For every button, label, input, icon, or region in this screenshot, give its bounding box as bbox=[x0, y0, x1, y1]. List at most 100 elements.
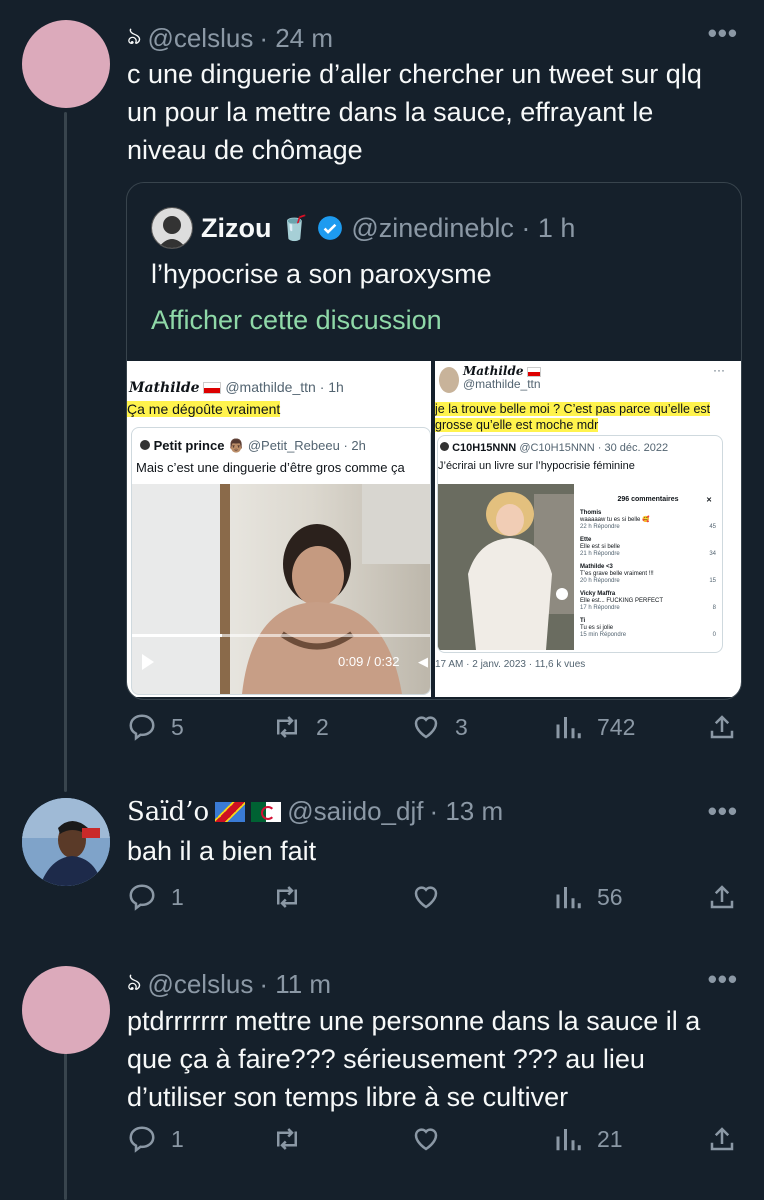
reply-count: 1 bbox=[171, 883, 184, 910]
tweet[interactable]: ঌ @celslus · 11 m ••• ptdrrrrrrr mettre … bbox=[0, 946, 764, 1200]
timestamp[interactable]: · 24 m bbox=[259, 23, 333, 54]
reply-button[interactable]: 1 bbox=[127, 882, 184, 912]
display-name[interactable]: Saïd’o bbox=[127, 797, 209, 827]
retweet-icon bbox=[277, 716, 297, 738]
share-icon bbox=[710, 885, 734, 909]
video-photo[interactable] bbox=[438, 484, 574, 650]
more-options-icon[interactable]: ••• bbox=[708, 796, 738, 827]
play-icon[interactable] bbox=[142, 654, 154, 670]
reply-icon bbox=[129, 1126, 155, 1153]
retweet-button[interactable] bbox=[272, 1124, 302, 1154]
view-count: 21 bbox=[597, 1125, 623, 1152]
card-author: Mathilde bbox=[129, 380, 200, 396]
user-handle[interactable]: @celslus bbox=[147, 23, 253, 54]
quoted-tweet[interactable]: Zizou 🥤 @zinedineblc · 1 h l’hypocrise a… bbox=[126, 182, 742, 700]
close-icon[interactable]: ✕ bbox=[706, 496, 712, 504]
quoted-name[interactable]: Zizou bbox=[201, 213, 271, 244]
retweet-icon bbox=[277, 1128, 297, 1150]
timestamp[interactable]: · 11 m bbox=[259, 969, 331, 1000]
reply-icon bbox=[129, 714, 155, 741]
card-text: Ça me dégoûte vraiment bbox=[127, 401, 281, 417]
card-avatar bbox=[439, 367, 459, 393]
flag-icon bbox=[526, 366, 541, 377]
more-icon: ··· bbox=[713, 363, 725, 377]
flag-congo-icon bbox=[215, 801, 246, 822]
spiral-icon: ঌ bbox=[127, 23, 142, 50]
views-icon bbox=[556, 1129, 581, 1151]
reply-count: 5 bbox=[171, 713, 184, 740]
user-handle[interactable]: @saiido_djf bbox=[287, 796, 423, 827]
view-count: 56 bbox=[597, 883, 623, 910]
comments-panel[interactable]: 296 commentaires ✕ Thomis waaaaaw tu es s… bbox=[576, 484, 720, 652]
tweet-header: ঌ @celslus · 24 m bbox=[127, 18, 333, 58]
volume-icon[interactable]: ◀ bbox=[418, 654, 428, 670]
tweet-actions: 1 21 bbox=[127, 1124, 739, 1164]
inner-name: C10H15NNN bbox=[452, 442, 517, 454]
flag-algeria-icon bbox=[251, 801, 282, 822]
retweet-button[interactable]: 2 bbox=[272, 712, 329, 742]
emoji: 👨🏽 bbox=[228, 438, 245, 453]
comment: Ti Tu es si jolie 15 min Répondre 0 bbox=[580, 618, 716, 638]
inner-text: Mais c’est une dinguerie d’être gros com… bbox=[136, 460, 405, 475]
screenshot-right[interactable]: Mathilde @mathilde_ttn ··· je la trouve … bbox=[435, 361, 741, 697]
views-button[interactable]: 21 bbox=[553, 1124, 623, 1154]
like-button[interactable] bbox=[411, 882, 441, 912]
reply-count: 1 bbox=[171, 1125, 184, 1152]
share-icon bbox=[710, 715, 734, 739]
quoted-handle[interactable]: @zinedineblc · 1 h bbox=[351, 213, 575, 244]
tweet-header: Saïd’o @saiido_djf · 13 m bbox=[127, 796, 503, 827]
tweet-text: bah il a bien fait bbox=[127, 836, 317, 866]
comment: Mathilde <3 T’es grave belle vraiment !!!… bbox=[580, 564, 716, 584]
tweet-header: ঌ @celslus · 11 m bbox=[127, 964, 331, 1004]
tweet-text: c une dinguerie d’aller chercher un twee… bbox=[127, 59, 702, 165]
quoted-avatar[interactable] bbox=[151, 207, 193, 249]
retweet-icon bbox=[277, 886, 297, 908]
quoted-tweet-header: Zizou 🥤 @zinedineblc · 1 h bbox=[151, 207, 575, 249]
reply-button[interactable]: 5 bbox=[127, 712, 184, 742]
reply-button[interactable]: 1 bbox=[127, 1124, 184, 1154]
inner-text: J’écrirai un livre sur l’hypocrisie fémi… bbox=[438, 460, 635, 472]
screenshot-left[interactable]: Mathilde @mathilde_ttn · 1h Ça me dégoût… bbox=[127, 361, 431, 697]
tweet[interactable]: ঌ @celslus · 24 m ••• c une dinguerie d’… bbox=[0, 0, 764, 770]
comment: Ette Elle est si belle 21 h Répondre 34 bbox=[580, 537, 716, 557]
avatar[interactable] bbox=[22, 798, 110, 886]
more-options-icon[interactable]: ••• bbox=[708, 18, 738, 49]
more-options-icon[interactable]: ••• bbox=[708, 964, 738, 995]
inner-avatar bbox=[140, 440, 150, 450]
view-count: 742 bbox=[597, 713, 636, 740]
views-icon bbox=[556, 887, 581, 909]
share-button[interactable] bbox=[707, 1124, 737, 1154]
user-handle[interactable]: @celslus bbox=[147, 969, 253, 1000]
video-player[interactable]: 0:09 / 0:32 ◀ bbox=[132, 484, 430, 694]
emoji: 🥤 bbox=[279, 214, 310, 242]
like-button[interactable] bbox=[411, 1124, 441, 1154]
retweet-count: 2 bbox=[316, 713, 329, 740]
reply-icon bbox=[129, 884, 155, 911]
tweet[interactable]: Saïd’o @saiido_djf · 13 m ••• bah il a b… bbox=[0, 780, 764, 940]
views-button[interactable]: 56 bbox=[553, 882, 623, 912]
tweet-actions: 1 56 bbox=[127, 882, 739, 922]
show-thread-link[interactable]: Afficher cette discussion bbox=[151, 305, 442, 336]
retweet-button[interactable] bbox=[272, 882, 302, 912]
timestamp[interactable]: · 13 m bbox=[429, 796, 503, 827]
spiral-icon: ঌ bbox=[127, 969, 142, 996]
share-button[interactable] bbox=[707, 712, 737, 742]
avatar-photo bbox=[22, 798, 110, 886]
heart-icon bbox=[414, 716, 438, 739]
card-author: Mathilde bbox=[463, 364, 524, 378]
inner-handle: @Petit_Rebeeu · 2h bbox=[247, 438, 366, 453]
like-button[interactable]: 3 bbox=[411, 712, 468, 742]
share-button[interactable] bbox=[707, 882, 737, 912]
avatar[interactable] bbox=[22, 20, 110, 108]
views-icon bbox=[556, 717, 581, 739]
comment: Vicky Maffra Elle est... FUCKING PERFECT 1… bbox=[580, 591, 716, 611]
comments-title: 296 commentaires bbox=[617, 496, 679, 503]
views-button[interactable]: 742 bbox=[553, 712, 635, 742]
quoted-media[interactable]: Mathilde @mathilde_ttn · 1h Ça me dégoût… bbox=[127, 361, 741, 699]
tweet-actions: 5 2 3 742 bbox=[127, 712, 739, 752]
share-icon bbox=[710, 1127, 734, 1151]
card-footer: 17 AM · 2 janv. 2023 · 11,6 k vues bbox=[435, 659, 586, 670]
comment: Thomis waaaaaw tu es si belle 🥰 22 h Répon… bbox=[580, 510, 716, 530]
avatar[interactable] bbox=[22, 966, 110, 1054]
card-text: je la trouve belle moi ? C’est pas parce… bbox=[435, 402, 711, 432]
